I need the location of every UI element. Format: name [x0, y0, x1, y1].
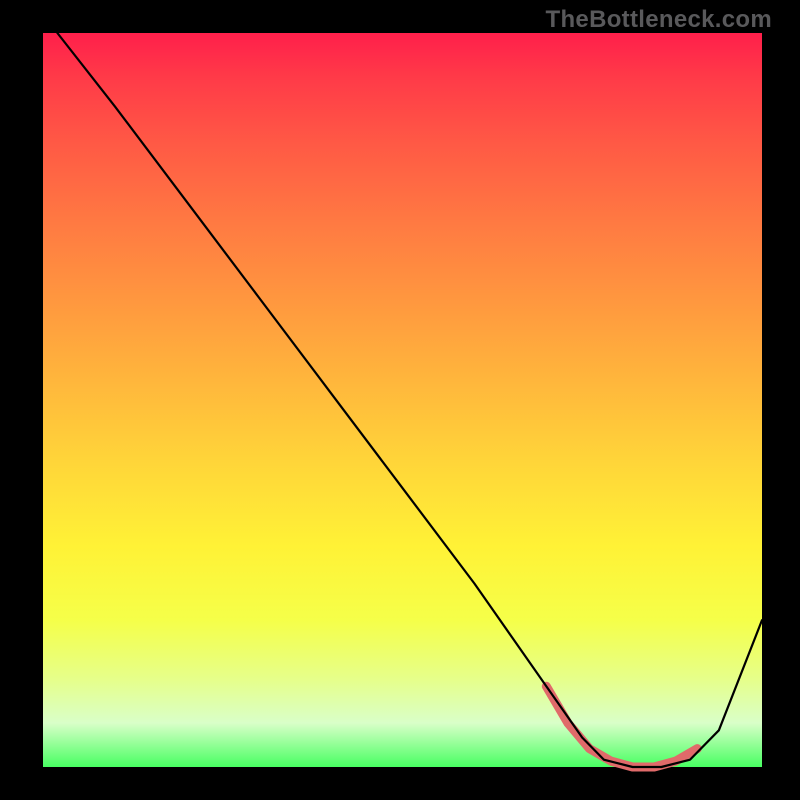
- watermark-text: TheBottleneck.com: [546, 6, 772, 34]
- curve-series: [57, 33, 762, 767]
- chart-frame: TheBottleneck.com: [0, 0, 800, 800]
- plot-area: [43, 33, 762, 767]
- highlight-series: [546, 686, 697, 767]
- chart-svg: [43, 33, 762, 767]
